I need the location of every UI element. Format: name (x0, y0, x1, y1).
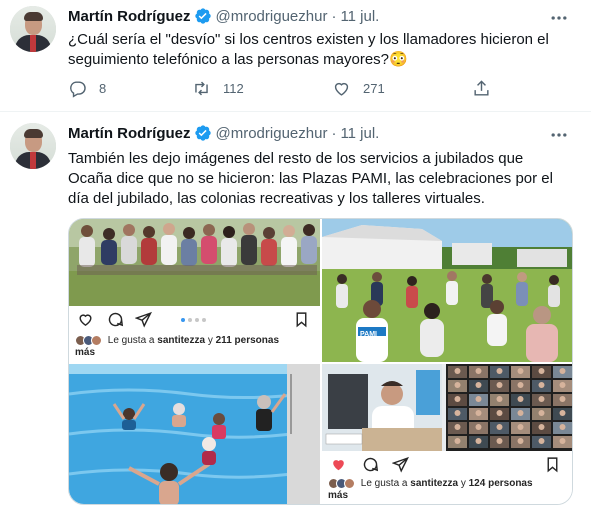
reply-button[interactable]: 8 (68, 79, 106, 98)
tweet[interactable]: Martín Rodríguez @mrodriguezhur · 11 jul… (0, 112, 591, 513)
virtual-workshop-image (322, 364, 572, 451)
tweet-date[interactable]: 11 jul. (340, 125, 379, 142)
author-handle[interactable]: @mrodriguezhur (216, 8, 328, 25)
more-options-icon[interactable] (549, 125, 569, 145)
avatar[interactable] (10, 6, 56, 52)
likes-middle: y (458, 478, 469, 490)
likes-user: santitezza (410, 478, 459, 490)
media-photo-event[interactable]: PAMI (322, 219, 572, 362)
media-photo-pool[interactable] (69, 364, 320, 504)
heart-icon (334, 82, 349, 96)
tweet-date[interactable]: 11 jul. (340, 8, 379, 25)
author-name[interactable]: Martín Rodríguez (68, 8, 191, 25)
likes-summary: Le gusta a santitezza y 211 personas más (75, 335, 315, 359)
tweet-text: ¿Cuál sería el "desvío" si los centros e… (68, 31, 549, 68)
tweet-actions: 8 112 271 (64, 79, 504, 103)
likes-count: 124 personas (468, 478, 533, 490)
verified-badge-icon (194, 8, 211, 24)
more-options-icon[interactable] (549, 8, 569, 28)
send-icon[interactable] (392, 456, 409, 473)
group-photo-image (69, 219, 320, 306)
heart-icon[interactable] (77, 311, 94, 328)
heart-icon[interactable] (330, 456, 347, 473)
event-photo-image (322, 219, 572, 362)
retweet-icon (195, 81, 208, 96)
likes-suffix: más (328, 490, 349, 502)
likes-user: santitezza (157, 335, 206, 347)
comment-icon[interactable] (107, 311, 124, 328)
tweet-header: Martín Rodríguez @mrodriguezhur · 11 jul… (68, 6, 379, 26)
likes-suffix: más (75, 347, 96, 359)
media-grid[interactable]: Le gusta a santitezza y 211 personas más (68, 218, 573, 505)
reply-icon (70, 81, 86, 98)
tweet[interactable]: Martín Rodríguez @mrodriguezhur · 11 jul… (0, 0, 591, 112)
likes-middle: y (205, 335, 216, 347)
verified-badge-icon (194, 125, 211, 141)
liker-avatars (75, 335, 105, 346)
instagram-action-bar (322, 454, 572, 476)
carousel-dots (181, 318, 209, 324)
separator: · (331, 124, 337, 142)
bookmark-icon[interactable] (544, 456, 561, 473)
likes-prefix: Le gusta a (107, 335, 158, 347)
avatar[interactable] (10, 123, 56, 169)
tweet-text: También les dejo imágenes del resto de l… (68, 150, 553, 207)
likes-prefix: Le gusta a (360, 478, 411, 490)
retweet-count: 112 (223, 81, 244, 96)
author-handle[interactable]: @mrodriguezhur (216, 125, 328, 142)
reply-count: 8 (99, 81, 107, 96)
retweet-button[interactable]: 112 (192, 79, 244, 98)
media-photo-virtual[interactable]: Le gusta a santitezza y 124 personas más (322, 364, 572, 504)
like-button[interactable]: 271 (332, 79, 385, 98)
tweet-header: Martín Rodríguez @mrodriguezhur · 11 jul… (68, 123, 379, 143)
comment-icon[interactable] (362, 456, 379, 473)
author-name[interactable]: Martín Rodríguez (68, 125, 191, 142)
pami-badge: PAMI (360, 331, 377, 338)
bookmark-icon[interactable] (293, 311, 310, 328)
pool-photo-image (69, 364, 320, 504)
share-icon (474, 80, 489, 96)
likes-count: 211 personas (215, 335, 279, 347)
like-count: 271 (363, 81, 385, 96)
liker-avatars (328, 478, 358, 489)
likes-summary: Le gusta a santitezza y 124 personas más (328, 478, 568, 502)
media-photo-group[interactable]: Le gusta a santitezza y 211 personas más (69, 219, 320, 362)
share-button[interactable] (472, 79, 503, 98)
instagram-action-bar (69, 309, 320, 331)
separator: · (331, 7, 337, 25)
send-icon[interactable] (135, 311, 152, 328)
